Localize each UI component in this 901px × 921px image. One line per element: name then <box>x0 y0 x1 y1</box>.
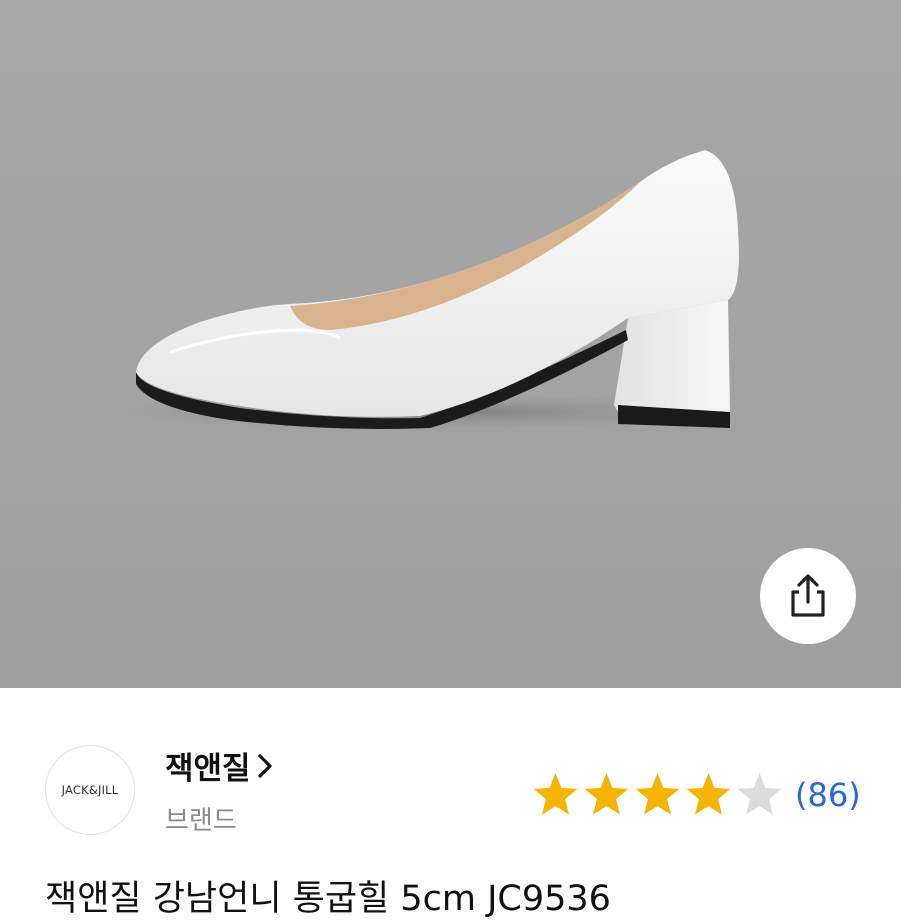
star-filled-icon <box>635 773 680 815</box>
brand-name: 잭앤질 <box>165 751 251 787</box>
star-filled-icon <box>584 773 629 815</box>
brand-logo[interactable]: JACK&JILL <box>45 745 135 835</box>
rating-stars <box>530 770 785 820</box>
rating[interactable]: (86) <box>530 770 861 820</box>
star-filled-icon <box>533 773 578 815</box>
brand-subtitle: 브랜드 <box>165 806 237 836</box>
share-button[interactable] <box>760 548 856 644</box>
brand-logo-text: JACK&JILL <box>61 783 119 797</box>
review-count[interactable]: (86) <box>795 776 861 814</box>
product-title: 잭앤질 강남언니 통굽힐 5cm JC9536 <box>45 879 611 919</box>
share-icon <box>791 574 825 617</box>
star-empty-icon <box>737 773 782 815</box>
product-image <box>0 0 901 688</box>
chevron-right-icon <box>257 753 272 778</box>
brand-link[interactable]: 잭앤질 <box>165 743 273 788</box>
star-filled-icon <box>686 773 731 815</box>
